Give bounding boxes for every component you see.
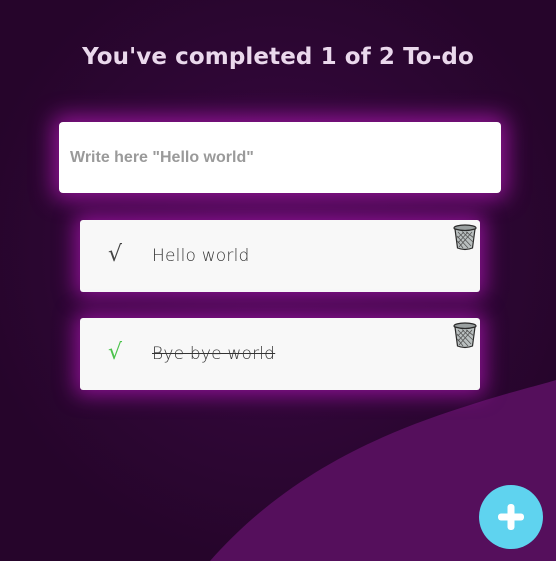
completion-heading: You've completed 1 of 2 To-do [82,44,474,70]
plus-icon [498,504,524,530]
todo-text: Hello world [152,246,250,266]
trash-icon[interactable] [451,321,479,349]
add-todo-button[interactable] [479,485,543,549]
todo-text: Bye bye world [152,344,276,364]
todo-item: √ Bye bye world [80,318,480,390]
todo-item: √ Hello world [80,220,480,292]
todo-input-container [59,122,501,193]
trash-icon[interactable] [451,223,479,251]
check-toggle[interactable]: √ [108,240,122,270]
todo-input[interactable] [59,122,501,193]
check-toggle[interactable]: √ [108,338,122,368]
